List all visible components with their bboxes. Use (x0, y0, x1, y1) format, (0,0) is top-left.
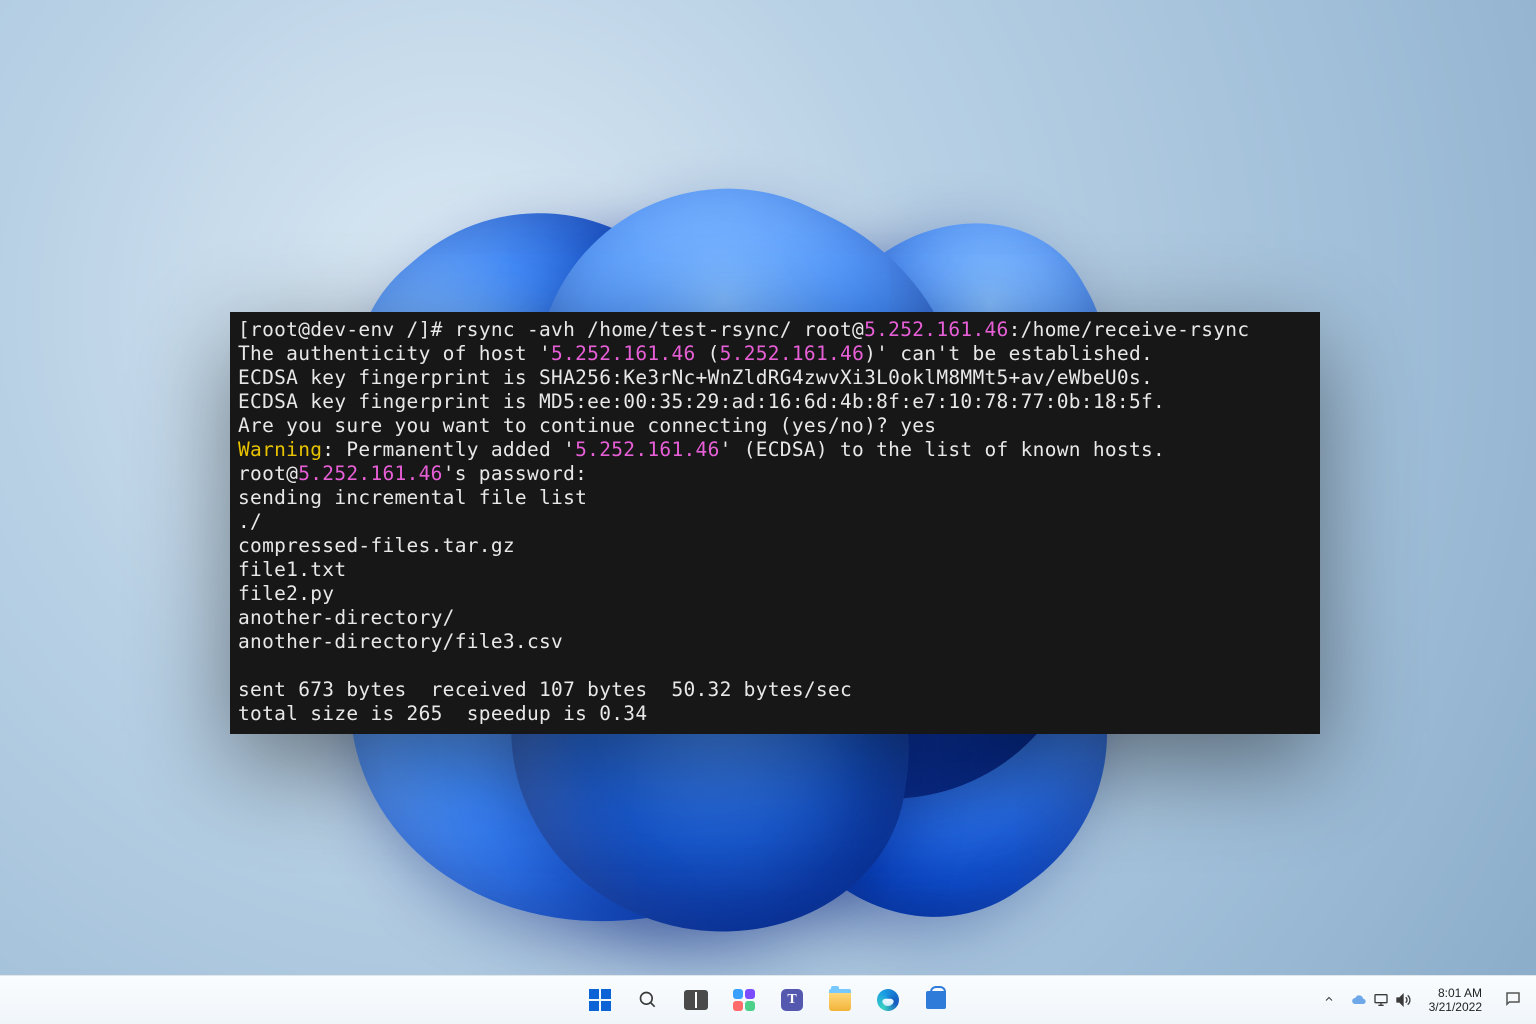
taskbar-center (580, 976, 956, 1024)
output-line: file2.py (238, 582, 334, 605)
output-line: The authenticity of host ' (238, 342, 551, 365)
search-icon (638, 990, 658, 1010)
terminal-window[interactable]: [root@dev-env /]# rsync -avh /home/test-… (230, 312, 1320, 734)
task-view-button[interactable] (676, 980, 716, 1020)
widgets-icon (733, 989, 755, 1011)
chevron-up-icon (1323, 993, 1335, 1005)
notification-icon (1504, 990, 1522, 1008)
onedrive-icon (1351, 992, 1367, 1008)
taskbar-clock[interactable]: 8:01 AM 3/21/2022 (1421, 986, 1490, 1014)
edge-button[interactable] (868, 980, 908, 1020)
output-line: ECDSA key fingerprint is SHA256:Ke3rNc+W… (238, 366, 1153, 389)
store-icon (926, 991, 946, 1009)
windows-logo-icon (589, 989, 611, 1011)
output-line: ECDSA key fingerprint is MD5:ee:00:35:29… (238, 390, 1165, 413)
output-line: ' (ECDSA) to the list of known hosts. (720, 438, 1165, 461)
store-button[interactable] (916, 980, 956, 1020)
output-line: root@ (238, 462, 298, 485)
taskbar-right: 8:01 AM 3/21/2022 (1317, 976, 1530, 1024)
notifications-button[interactable] (1496, 990, 1530, 1011)
ip-address: 5.252.161.46 (298, 462, 442, 485)
output-line: )' can't be established. (864, 342, 1153, 365)
output-line: Are you sure you want to continue connec… (238, 414, 936, 437)
terminal-content[interactable]: [root@dev-env /]# rsync -avh /home/test-… (238, 318, 1249, 725)
system-tray[interactable] (1347, 992, 1415, 1008)
start-button[interactable] (580, 980, 620, 1020)
cmd-text: rsync -avh /home/test-rsync/ root@ (455, 318, 864, 341)
chat-button[interactable] (772, 980, 812, 1020)
folder-icon (829, 989, 851, 1011)
prompt: [root@dev-env /]# (238, 318, 455, 341)
volume-icon (1395, 992, 1411, 1008)
output-line: total size is 265 speedup is 0.34 (238, 702, 647, 725)
file-explorer-button[interactable] (820, 980, 860, 1020)
chat-icon (781, 989, 803, 1011)
widgets-button[interactable] (724, 980, 764, 1020)
output-line: 's password: (443, 462, 587, 485)
output-line: another-directory/ (238, 606, 455, 629)
output-line: sent 673 bytes received 107 bytes 50.32 … (238, 678, 852, 701)
output-line: ./ (238, 510, 262, 533)
output-line: compressed-files.tar.gz (238, 534, 515, 557)
task-view-icon (684, 990, 708, 1010)
clock-date: 3/21/2022 (1429, 1000, 1482, 1014)
output-line: another-directory/file3.csv (238, 630, 563, 653)
tray-chevron-button[interactable] (1317, 993, 1341, 1008)
ip-address: 5.252.161.46 (575, 438, 719, 461)
output-line: sending incremental file list (238, 486, 587, 509)
clock-time: 8:01 AM (1429, 986, 1482, 1000)
search-button[interactable] (628, 980, 668, 1020)
taskbar: 8:01 AM 3/21/2022 (0, 975, 1536, 1024)
output-line: : Permanently added ' (322, 438, 575, 461)
warning-label: Warning (238, 438, 322, 461)
cmd-text-2: :/home/receive-rsync (1009, 318, 1250, 341)
ip-address: 5.252.161.46 (864, 318, 1008, 341)
ip-address: 5.252.161.46 (551, 342, 695, 365)
edge-icon (877, 989, 899, 1011)
network-icon (1373, 992, 1389, 1008)
output-line: ( (696, 342, 720, 365)
ip-address: 5.252.161.46 (720, 342, 864, 365)
output-line: file1.txt (238, 558, 346, 581)
